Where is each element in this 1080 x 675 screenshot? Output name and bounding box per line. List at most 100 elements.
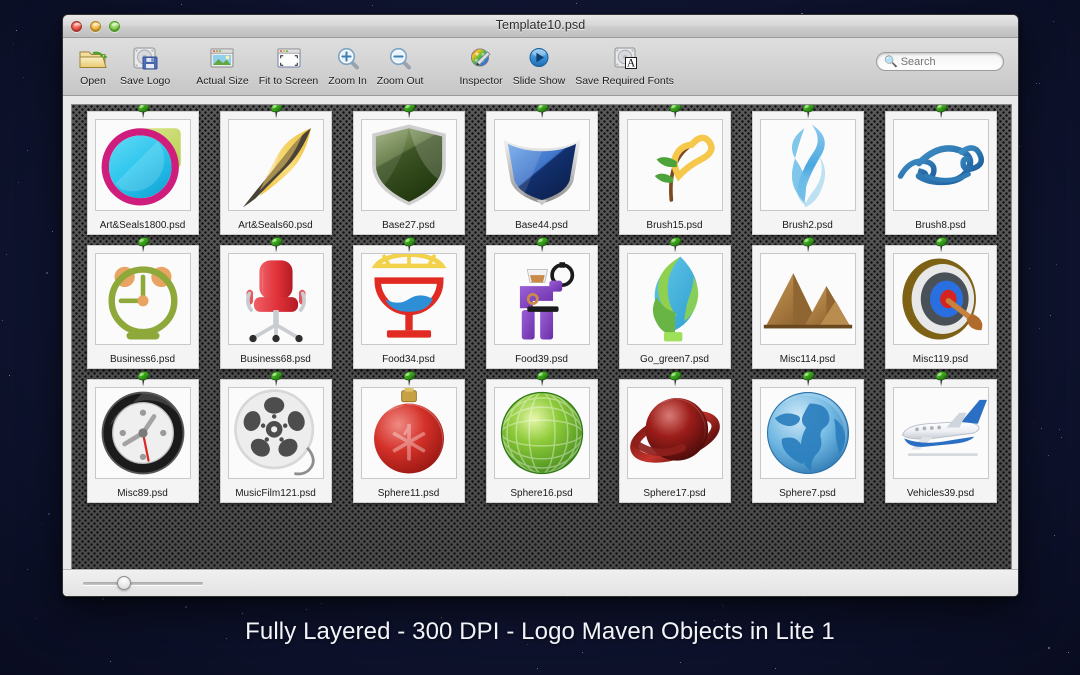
toolbar-label: Actual Size	[196, 75, 249, 87]
thumbnail-card[interactable]: Misc89.psd	[86, 371, 199, 503]
thumbnail-card[interactable]: Food34.psd	[352, 237, 465, 369]
toolbar-button-save-logo[interactable]: Save Logo	[115, 42, 175, 87]
thumbnail-card[interactable]: Base27.psd	[352, 105, 465, 235]
window-titlebar[interactable]: Template10.psd	[63, 15, 1018, 38]
thumbnail-preview-vehicles-39	[892, 387, 989, 479]
thumbnail-preview-brush-2	[759, 119, 856, 211]
svg-text:A: A	[626, 58, 635, 70]
toolbar-button-fit-to-screen[interactable]: Fit to Screen	[254, 42, 324, 87]
thumbnail-preview-musicfilm-121	[227, 387, 324, 479]
thumbnail-filename: Brush2.psd	[782, 220, 833, 231]
toolbar-button-slide-show[interactable]: Slide Show	[508, 42, 571, 87]
thumbnail-filename: Art&Seals60.psd	[238, 220, 313, 231]
thumbnail-cell: Go_green7.psd	[608, 237, 741, 369]
thumbnail-cell: Base27.psd	[342, 105, 475, 235]
thumbnail-filename: Sphere11.psd	[377, 488, 440, 499]
open-folder-icon	[78, 43, 108, 73]
thumbnail-card[interactable]: Misc119.psd	[884, 237, 997, 369]
thumbnail-preview-business-68	[227, 253, 324, 345]
thumbnail-cell: Business6.psd	[76, 237, 209, 369]
thumbnail-filename: Base27.psd	[382, 220, 435, 231]
thumbnail-card[interactable]: Sphere7.psd	[751, 371, 864, 503]
thumbnail-filename: Sphere7.psd	[779, 488, 836, 499]
toolbar: Open Save Logo Actual Size Fit to Screen…	[63, 38, 1018, 96]
thumbnail-card[interactable]: MusicFilm121.psd	[219, 371, 332, 503]
thumbnail-card[interactable]: Brush2.psd	[751, 105, 864, 235]
thumbnail-card[interactable]: Brush8.psd	[884, 105, 997, 235]
thumbnail-cell: Base44.psd	[475, 105, 608, 235]
thumbnail-filename: Misc119.psd	[912, 354, 969, 365]
thumbnail-preview-sphere-11	[360, 387, 457, 479]
search-container: 🔍	[876, 52, 1004, 71]
slider-track	[83, 582, 203, 585]
zoom-in-icon	[333, 43, 363, 73]
promo-caption: Fully Layered - 300 DPI - Logo Maven Obj…	[245, 618, 835, 645]
thumbnail-card[interactable]: Base44.psd	[485, 105, 598, 235]
thumbnail-card[interactable]: Misc114.psd	[751, 237, 864, 369]
thumbnail-card[interactable]: Sphere16.psd	[485, 371, 598, 503]
thumbnail-filename: Sphere16.psd	[510, 488, 573, 499]
thumbnail-card[interactable]: Go_green7.psd	[618, 237, 731, 369]
thumbnail-cell: Misc114.psd	[741, 237, 874, 369]
thumbnail-preview-sphere-17	[626, 387, 723, 479]
toolbar-button-actual-size[interactable]: Actual Size	[191, 42, 254, 87]
thumbnail-card[interactable]: Brush15.psd	[618, 105, 731, 235]
thumbnail-card[interactable]: Art&Seals1800.psd	[86, 105, 199, 235]
toolbar-button-open[interactable]: Open	[71, 42, 115, 87]
status-bar	[63, 569, 1018, 596]
thumbnail-preview-sphere-7	[759, 387, 856, 479]
window-title: Template10.psd	[495, 18, 586, 32]
thumbnail-cell: Food34.psd	[342, 237, 475, 369]
slider-knob[interactable]	[116, 576, 131, 590]
thumbnail-preview-food-39	[493, 253, 590, 345]
zoom-slider[interactable]	[83, 576, 203, 590]
thumbnail-card[interactable]: Sphere11.psd	[352, 371, 465, 503]
thumbnail-card[interactable]: Art&Seals60.psd	[219, 105, 332, 235]
thumbnail-preview-base-44	[493, 119, 590, 211]
pushpin-icon	[531, 369, 553, 389]
toolbar-button-inspector[interactable]: Inspector	[454, 42, 507, 87]
slide-show-play-icon	[524, 43, 554, 73]
thumbnail-card[interactable]: Business68.psd	[219, 237, 332, 369]
thumbnail-card[interactable]: Food39.psd	[485, 237, 598, 369]
thumbnail-browser[interactable]: Art&Seals1800.psd Art&Seals60.psd Base27.p…	[71, 104, 1012, 582]
thumbnail-filename: Food39.psd	[515, 354, 568, 365]
thumbnail-grid: Art&Seals1800.psd Art&Seals60.psd Base27.p…	[72, 105, 1011, 509]
thumbnail-cell: Sphere7.psd	[741, 371, 874, 503]
toolbar-label: Save Required Fonts	[575, 75, 674, 87]
thumbnail-filename: Brush15.psd	[646, 220, 703, 231]
thumbnail-preview-misc-119	[892, 253, 989, 345]
save-fonts-icon: A	[610, 43, 640, 73]
toolbar-button-zoom-out[interactable]: Zoom Out	[372, 42, 429, 87]
thumbnail-card[interactable]: Sphere17.psd	[618, 371, 731, 503]
thumbnail-cell: Sphere17.psd	[608, 371, 741, 503]
thumbnail-filename: Business68.psd	[240, 354, 311, 365]
thumbnail-filename: Business6.psd	[109, 354, 176, 365]
toolbar-label: Zoom Out	[376, 75, 424, 87]
thumbnail-filename: Misc114.psd	[779, 354, 836, 365]
zoom-out-icon	[385, 43, 415, 73]
search-field[interactable]: 🔍	[876, 52, 1004, 71]
thumbnail-preview-sphere-16	[493, 387, 590, 479]
fit-to-screen-icon	[274, 43, 304, 73]
thumbnail-preview-misc-114	[759, 253, 856, 345]
thumbnail-preview-business-6	[94, 253, 191, 345]
thumbnail-card[interactable]: Vehicles39.psd	[884, 371, 997, 503]
thumbnail-cell: Vehicles39.psd	[874, 371, 1007, 503]
pushpin-icon	[664, 369, 686, 389]
app-window: Template10.psd Open Save Logo Actual Siz…	[62, 14, 1019, 597]
pushpin-icon	[398, 235, 420, 255]
search-input[interactable]	[900, 55, 996, 68]
toolbar-label: Zoom In	[328, 75, 367, 87]
pushpin-icon	[132, 369, 154, 389]
thumbnail-cell: MusicFilm121.psd	[209, 371, 342, 503]
thumbnail-filename: Sphere17.psd	[643, 488, 706, 499]
thumbnail-filename: Art&Seals1800.psd	[99, 220, 186, 231]
thumbnail-filename: Base44.psd	[515, 220, 568, 231]
thumbnail-filename: Food34.psd	[382, 354, 435, 365]
thumbnail-preview-food-34	[360, 253, 457, 345]
pushpin-icon	[531, 235, 553, 255]
thumbnail-card[interactable]: Business6.psd	[86, 237, 199, 369]
toolbar-button-save-required-fonts[interactable]: A Save Required Fonts	[570, 42, 679, 87]
toolbar-button-zoom-in[interactable]: Zoom In	[323, 42, 372, 87]
